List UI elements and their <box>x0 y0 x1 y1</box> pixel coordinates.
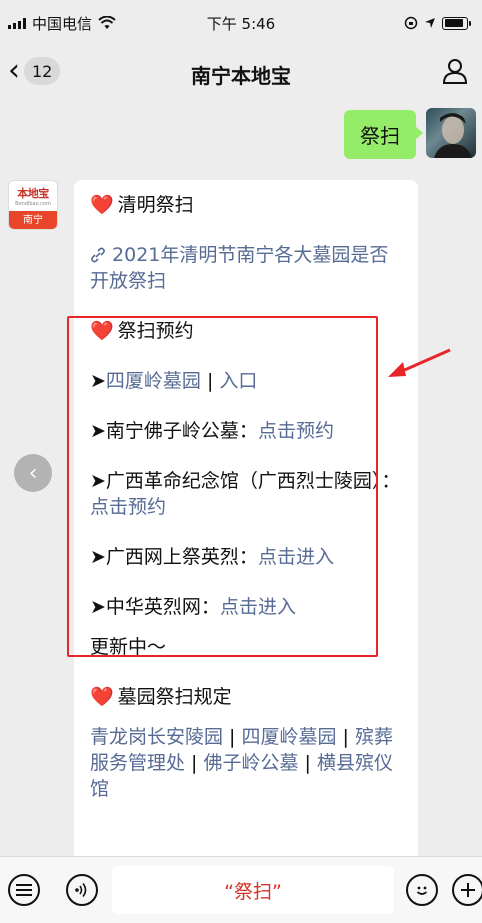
plus-icon[interactable] <box>452 874 482 906</box>
updating-note: 更新中～ <box>90 636 167 658</box>
message-input[interactable]: “祭扫” <box>112 866 394 914</box>
avatar-photo <box>434 113 472 158</box>
my-avatar[interactable] <box>426 108 476 158</box>
booking-item: ➤广西网上祭英烈：点击进入 <box>90 546 334 568</box>
emoji-icon[interactable] <box>406 874 438 906</box>
input-bar: “祭扫” <box>0 856 482 923</box>
section-title-qingming: ❤️ 清明祭扫 <box>90 194 194 216</box>
signal-icon <box>8 17 26 29</box>
heart-icon: ❤️ <box>90 320 114 342</box>
booking-item: ➤中华英烈网：点击进入 <box>90 596 296 618</box>
booking-link[interactable]: 四厦岭墓园 <box>106 370 201 392</box>
logo-city: 南宁 <box>9 211 57 229</box>
reply-message-card: ❤️ 清明祭扫 2021年清明节南宁各大墓园是否开放祭扫 ❤️ 祭扫预约 ➤四厦岭墓… <box>74 180 418 870</box>
chevron-left-icon: ‹ <box>28 460 38 486</box>
status-left: 中国电信 <box>8 13 116 34</box>
logo-text: 本地宝 <box>17 187 49 200</box>
link-icon <box>91 247 105 263</box>
booking-item: ➤四厦岭墓园 | 入口 <box>90 370 258 392</box>
booking-item: ➤广西革命纪念馆（广西烈士陵园）：点击预约 <box>90 470 401 518</box>
section-title-rules: ❤️ 墓园祭扫规定 <box>90 686 232 708</box>
my-message-bubble[interactable]: 祭扫 <box>344 110 423 159</box>
rules-link[interactable]: 四厦岭墓园 <box>242 726 337 748</box>
heart-icon: ❤️ <box>90 194 114 216</box>
rules-link[interactable]: 佛子岭公墓 <box>204 752 299 774</box>
voice-icon[interactable] <box>66 874 98 906</box>
logo-top: 本地宝 Bendibao.com <box>9 181 57 211</box>
previous-page-button[interactable]: ‹ <box>14 454 52 492</box>
booking-item: ➤南宁佛子岭公墓：点击预约 <box>90 420 334 442</box>
menu-list-icon[interactable] <box>8 874 40 906</box>
official-account-avatar[interactable]: 本地宝 Bendibao.com 南宁 <box>8 180 58 230</box>
annotation-arrow-icon <box>388 348 451 377</box>
nav-bar: ‹ 12 南宁本地宝 <box>0 46 482 100</box>
rules-links: 青龙岗长安陵园 | 四厦岭墓园 | 殡葬服务管理处 | 佛子岭公墓 | 横县殡仪… <box>90 726 394 800</box>
section-title-booking: ❤️ 祭扫预约 <box>90 320 194 342</box>
wifi-icon <box>98 16 116 29</box>
carrier-label: 中国电信 <box>32 14 93 33</box>
location-icon <box>425 18 435 28</box>
heart-icon: ❤️ <box>90 686 114 708</box>
booking-link[interactable]: 点击预约 <box>258 420 334 442</box>
status-right <box>404 16 471 30</box>
booking-link[interactable]: 点击预约 <box>90 496 166 518</box>
booking-entry-link[interactable]: 入口 <box>219 370 257 392</box>
battery-fill <box>444 19 464 27</box>
booking-link[interactable]: 点击进入 <box>258 546 334 568</box>
battery-icon <box>442 16 471 30</box>
logo-domain: Bendibao.com <box>15 201 51 207</box>
article-link[interactable]: 2021年清明节南宁各大墓园是否开放祭扫 <box>90 242 404 294</box>
rotation-lock-icon <box>404 16 418 30</box>
person-icon[interactable] <box>442 58 468 84</box>
rules-link[interactable]: 青龙岗长安陵园 <box>90 726 223 748</box>
status-bar: 中国电信 下午 5:46 <box>0 0 482 46</box>
booking-link[interactable]: 点击进入 <box>220 596 296 618</box>
chat-title: 南宁本地宝 <box>191 64 291 88</box>
